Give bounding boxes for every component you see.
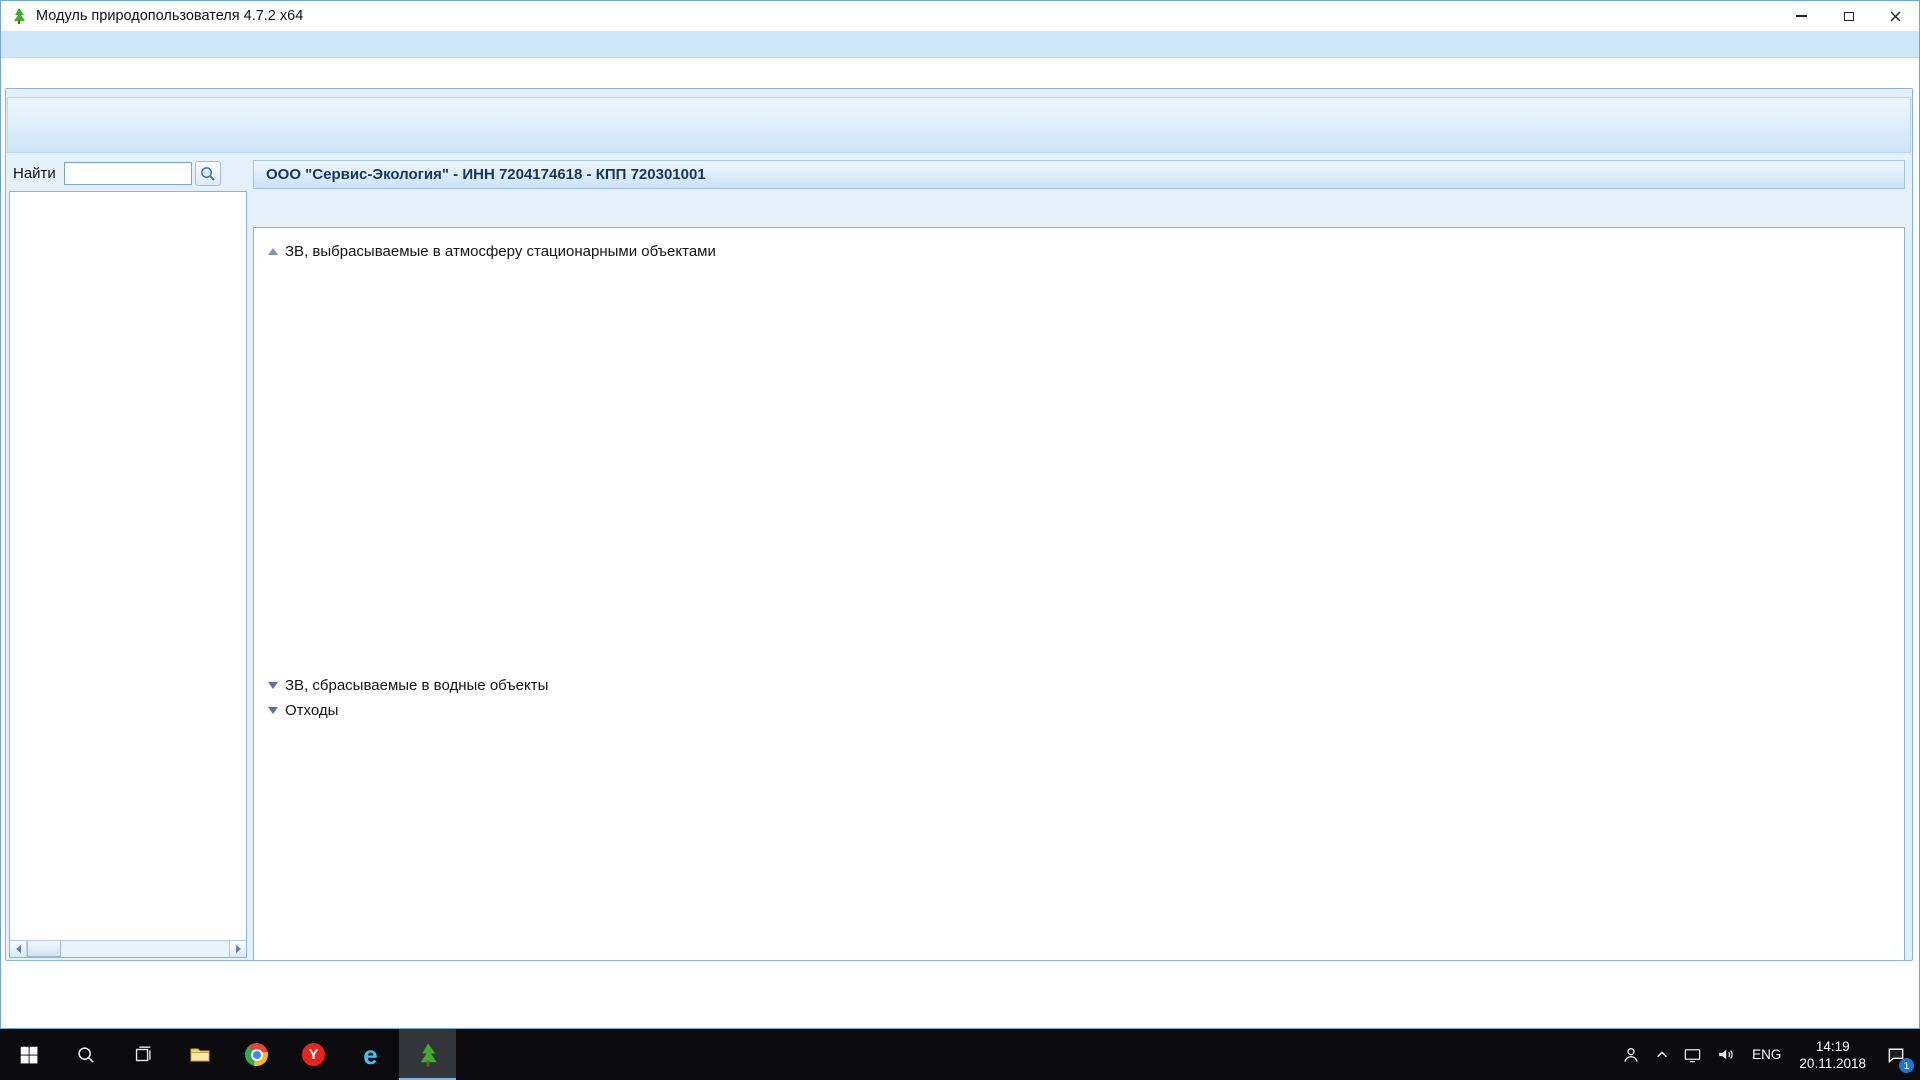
volume-icon[interactable]	[1709, 1029, 1742, 1080]
clock[interactable]: 14:19 20.11.2018	[1791, 1029, 1874, 1080]
section-atmosphere[interactable]: ЗВ, выбрасываемые в атмосферу стационарн…	[268, 240, 716, 262]
menubar	[1, 31, 1919, 58]
network-icon[interactable]	[1676, 1029, 1709, 1080]
pollutants-tab-content: ЗВ, выбрасываемые в атмосферу стационарн…	[253, 227, 1905, 961]
search-label: Найти	[13, 165, 56, 182]
org-tree	[9, 191, 247, 958]
file-explorer-icon[interactable]	[171, 1029, 228, 1080]
language-indicator[interactable]: ENG	[1742, 1029, 1791, 1080]
start-button[interactable]	[0, 1029, 57, 1080]
search-button[interactable]	[195, 161, 221, 186]
app-window: Модуль природопользователя 4.7.2 x64 Най…	[0, 0, 1920, 1029]
scroll-right-arrow[interactable]	[229, 941, 246, 957]
hidden-icons-chevron[interactable]	[1648, 1029, 1676, 1080]
expand-icon[interactable]	[268, 682, 277, 689]
toolbar	[7, 97, 1911, 153]
notifications-icon[interactable]: 1	[1874, 1029, 1918, 1080]
time: 14:19	[1799, 1038, 1866, 1055]
section-water[interactable]: ЗВ, сбрасываемые в водные объекты	[268, 674, 548, 696]
people-icon[interactable]	[1614, 1029, 1648, 1080]
date: 20.11.2018	[1799, 1055, 1866, 1072]
task-view-icon[interactable]	[114, 1029, 171, 1080]
minimize-button[interactable]	[1778, 1, 1825, 31]
close-window-button[interactable]	[1872, 1, 1919, 31]
org-header-bar: ООО "Сервис-Экология" - ИНН 7204174618 -…	[253, 160, 1905, 189]
detail-tabstrip	[261, 198, 1905, 228]
org-header-title: ООО "Сервис-Экология" - ИНН 7204174618 -…	[266, 166, 706, 183]
scroll-left-arrow[interactable]	[10, 941, 27, 957]
section-title: ЗВ, сбрасываемые в водные объекты	[285, 677, 548, 694]
chrome-icon[interactable]	[228, 1029, 285, 1080]
notification-badge: 1	[1899, 1058, 1914, 1073]
tree-horizontal-scrollbar[interactable]	[10, 940, 246, 957]
scroll-thumb[interactable]	[27, 941, 61, 957]
edge-icon[interactable]: e	[342, 1029, 399, 1080]
expand-icon[interactable]	[268, 707, 277, 714]
maximize-button[interactable]	[1825, 1, 1872, 31]
collapse-icon[interactable]	[268, 248, 277, 255]
app-tabstrip	[1, 58, 1919, 89]
taskbar-search-icon[interactable]	[57, 1029, 114, 1080]
main-area: ООО "Сервис-Экология" - ИНН 7204174618 -…	[253, 160, 1905, 961]
app-module-taskbar-icon[interactable]	[399, 1029, 456, 1080]
window-title: Модуль природопользователя 4.7.2 x64	[36, 8, 303, 24]
taskbar: Y e ENG 14:19 20.11.2018 1	[0, 1029, 1920, 1080]
titlebar: Модуль природопользователя 4.7.2 x64	[1, 1, 1919, 31]
section-title: ЗВ, выбрасываемые в атмосферу стационарн…	[285, 243, 716, 260]
section-waste[interactable]: Отходы	[268, 699, 338, 721]
section-title: Отходы	[285, 702, 338, 719]
search-input[interactable]	[64, 162, 192, 185]
yandex-browser-icon[interactable]: Y	[285, 1029, 342, 1080]
app-tree-icon	[10, 7, 28, 25]
sidebar: Найти	[9, 159, 247, 958]
